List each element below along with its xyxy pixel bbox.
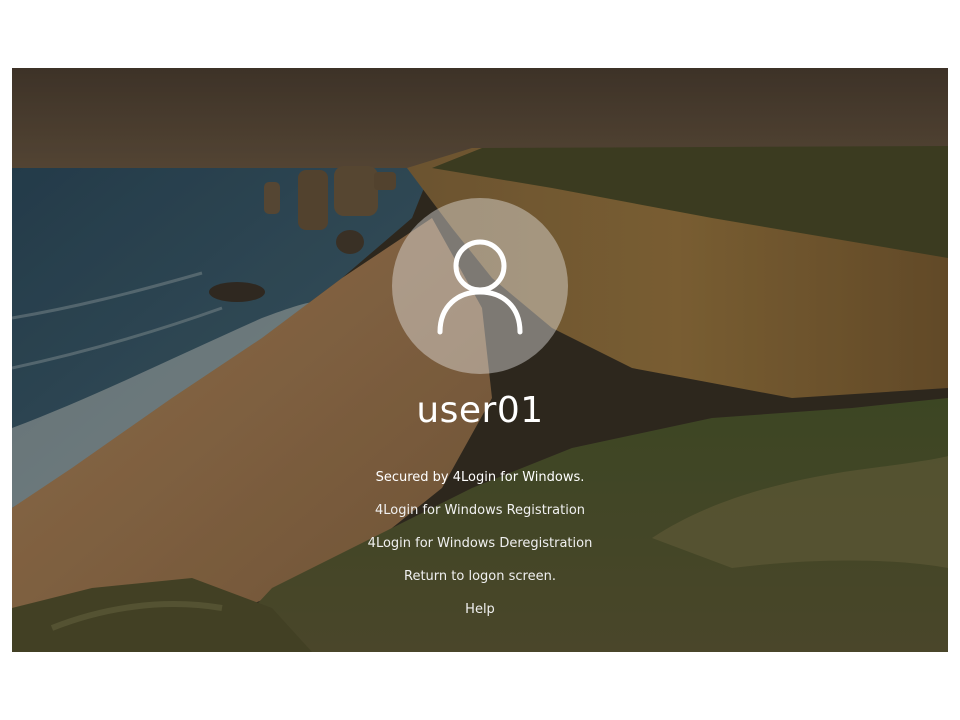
user-avatar	[392, 198, 568, 374]
lock-screen: user01 Secured by 4Login for Windows. 4L…	[12, 68, 948, 652]
username-label: user01	[416, 390, 544, 431]
registration-link[interactable]: 4Login for Windows Registration	[12, 501, 948, 534]
user-silhouette-icon	[437, 239, 523, 335]
secured-by-text: Secured by 4Login for Windows.	[375, 470, 585, 485]
return-to-logon-link[interactable]: Return to logon screen.	[12, 567, 948, 600]
help-link[interactable]: Help	[12, 600, 948, 633]
deregistration-link[interactable]: 4Login for Windows Deregistration	[12, 534, 948, 567]
login-options: Secured by 4Login for Windows. 4Login fo…	[12, 468, 948, 633]
